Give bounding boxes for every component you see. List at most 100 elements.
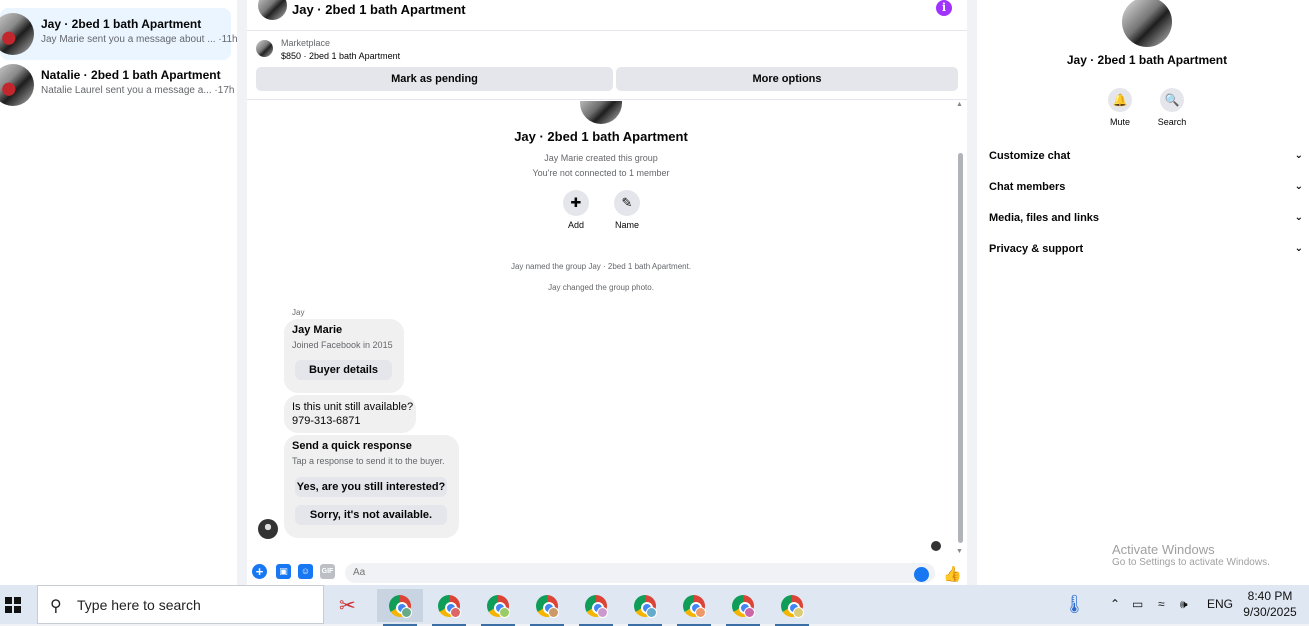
message-input[interactable] bbox=[345, 563, 935, 583]
section-privacy-support[interactable]: Privacy & support ⌄ bbox=[989, 243, 1303, 263]
section-label: Privacy & support bbox=[989, 243, 1084, 255]
battery-icon[interactable]: ▭ bbox=[1132, 585, 1143, 624]
buyer-details-button[interactable]: Buyer details bbox=[295, 360, 392, 380]
activate-windows-watermark: Activate Windows Go to Settings to activ… bbox=[1112, 542, 1270, 568]
conversation-list: Jay · 2bed 1 bath Apartment Jay Marie se… bbox=[0, 0, 238, 585]
message-thread[interactable]: Jay · 2bed 1 bath Apartment Jay Marie cr… bbox=[247, 101, 955, 555]
section-media-files-links[interactable]: Media, files and links ⌄ bbox=[989, 212, 1303, 232]
search-conversation-button[interactable]: 🔍 bbox=[1160, 88, 1184, 112]
sender-name: Jay bbox=[292, 308, 305, 317]
chrome-app[interactable] bbox=[720, 589, 766, 626]
message-text: 979-313-6871 bbox=[292, 415, 361, 427]
sender-avatar bbox=[258, 519, 278, 539]
chrome-app[interactable] bbox=[622, 589, 668, 626]
search-label: Search bbox=[1157, 117, 1187, 127]
marketplace-label: Marketplace bbox=[281, 38, 331, 48]
chrome-app[interactable] bbox=[769, 589, 815, 626]
profile-badge bbox=[793, 607, 804, 618]
divider bbox=[967, 0, 977, 585]
conversation-item-natalie[interactable]: Natalie · 2bed 1 bath Apartment Natalie … bbox=[0, 59, 234, 111]
plus-icon[interactable]: + bbox=[252, 564, 267, 579]
bell-icon: 🔔 bbox=[1112, 93, 1128, 107]
listing-title[interactable]: $850 · 2bed 1 bath Apartment bbox=[281, 51, 400, 61]
section-chat-members[interactable]: Chat members ⌄ bbox=[989, 181, 1303, 201]
section-label: Media, files and links bbox=[989, 212, 1100, 224]
clock[interactable]: 8:40 PM 9/30/2025 bbox=[1240, 588, 1300, 620]
scrollbar[interactable]: ▲ ▼ bbox=[956, 101, 964, 555]
windows-start-icon[interactable] bbox=[5, 597, 21, 613]
more-options-button[interactable]: More options bbox=[616, 67, 958, 91]
profile-badge bbox=[401, 607, 412, 618]
chat-info-panel: Jay · 2bed 1 bath Apartment 🔔 Mute 🔍 Sea… bbox=[977, 0, 1309, 585]
listing-thumbnail bbox=[256, 40, 273, 57]
scroll-down-icon[interactable]: ▼ bbox=[956, 548, 963, 555]
mute-button[interactable]: 🔔 bbox=[1108, 88, 1132, 112]
section-customize-chat[interactable]: Customize chat ⌄ bbox=[989, 150, 1303, 170]
read-receipt-avatar bbox=[931, 541, 941, 551]
system-message: Jay changed the group photo. bbox=[548, 283, 654, 292]
photo-icon[interactable]: ▣ bbox=[276, 564, 291, 579]
conversation-item-jay[interactable]: Jay · 2bed 1 bath Apartment Jay Marie se… bbox=[0, 8, 238, 60]
conversation-pane: Jay · 2bed 1 bath Apartment i Marketplac… bbox=[247, 0, 967, 585]
language-indicator[interactable]: ENG bbox=[1207, 585, 1233, 624]
quick-reply-sorry-button[interactable]: Sorry, it's not available. bbox=[295, 505, 447, 525]
scroll-up-icon[interactable]: ▲ bbox=[956, 101, 963, 108]
search-icon: ⚲ bbox=[50, 598, 62, 615]
sticker-icon[interactable]: ☺ bbox=[298, 564, 313, 579]
divider bbox=[237, 0, 247, 585]
wifi-icon[interactable]: ≈ bbox=[1158, 585, 1165, 624]
profile-badge bbox=[597, 607, 608, 618]
message-text: Is this unit still available? bbox=[292, 401, 414, 413]
profile-badge bbox=[646, 607, 657, 618]
avatar[interactable] bbox=[258, 0, 287, 20]
snipping-tool-app[interactable]: ✂ bbox=[329, 589, 375, 622]
scissors-icon: ✂ bbox=[339, 595, 356, 617]
quick-response-card: Send a quick response Tap a response to … bbox=[284, 435, 459, 538]
avatar bbox=[0, 64, 34, 106]
marketplace-bar: Marketplace $850 · 2bed 1 bath Apartment… bbox=[247, 32, 967, 100]
name-label: Name bbox=[614, 220, 639, 230]
volume-icon[interactable]: 🕪 bbox=[1180, 585, 1188, 624]
chrome-app[interactable] bbox=[426, 589, 472, 626]
section-label: Chat members bbox=[989, 181, 1066, 193]
add-member-button[interactable]: ✚ bbox=[563, 190, 589, 216]
chevron-down-icon: ⌄ bbox=[1294, 181, 1303, 192]
buyer-joined: Joined Facebook in 2015 bbox=[292, 340, 393, 350]
buyer-name: Jay Marie bbox=[292, 324, 343, 336]
chrome-app[interactable] bbox=[475, 589, 521, 626]
profile-badge bbox=[744, 607, 755, 618]
clock-time: 8:40 PM bbox=[1247, 589, 1293, 603]
info-icon[interactable]: i bbox=[936, 0, 952, 16]
scroll-thumb[interactable] bbox=[958, 153, 963, 543]
conversation-header: Jay · 2bed 1 bath Apartment i bbox=[247, 0, 967, 31]
message-composer: + ▣ ☺ GIF 👍 bbox=[247, 561, 967, 585]
quick-reply-yes-button[interactable]: Yes, are you still interested? bbox=[295, 477, 447, 497]
chrome-app[interactable] bbox=[377, 589, 423, 626]
conversation-name: Natalie · 2bed 1 bath Apartment bbox=[41, 68, 221, 82]
gif-icon[interactable]: GIF bbox=[320, 564, 335, 579]
chrome-app[interactable] bbox=[671, 589, 717, 626]
conversation-name: Jay · 2bed 1 bath Apartment bbox=[41, 17, 202, 31]
add-label: Add bbox=[567, 220, 584, 230]
profile-badge bbox=[499, 607, 510, 618]
messenger-window: Jay · 2bed 1 bath Apartment Jay Marie se… bbox=[0, 0, 1309, 585]
conversation-preview: Jay Marie sent you a message about ... ·… bbox=[41, 34, 238, 45]
taskbar: ⚲ Type here to search ✂ 🌡 ⌃ ▭ ≈ 🕪 ENG 8:… bbox=[0, 585, 1309, 626]
emoji-icon[interactable] bbox=[914, 567, 929, 582]
name-group-button[interactable]: ✎ bbox=[614, 190, 640, 216]
pencil-icon: ✎ bbox=[621, 195, 633, 210]
thumbs-up-icon[interactable]: 👍 bbox=[943, 565, 962, 583]
section-label: Customize chat bbox=[989, 150, 1071, 162]
conversation-title[interactable]: Jay · 2bed 1 bath Apartment bbox=[292, 2, 466, 17]
taskbar-search-box[interactable]: ⚲ Type here to search bbox=[37, 585, 324, 624]
chevron-up-icon[interactable]: ⌃ bbox=[1110, 585, 1120, 624]
thermometer-icon[interactable]: 🌡 bbox=[1063, 585, 1086, 624]
mute-label: Mute bbox=[1109, 117, 1130, 127]
group-avatar bbox=[580, 101, 622, 124]
quick-response-subtitle: Tap a response to send it to the buyer. bbox=[292, 456, 445, 466]
mark-pending-button[interactable]: Mark as pending bbox=[256, 67, 613, 91]
chrome-app[interactable] bbox=[524, 589, 570, 626]
connection-text: You're not connected to 1 member bbox=[532, 168, 670, 178]
chevron-down-icon: ⌄ bbox=[1294, 243, 1303, 254]
chrome-app[interactable] bbox=[573, 589, 619, 626]
